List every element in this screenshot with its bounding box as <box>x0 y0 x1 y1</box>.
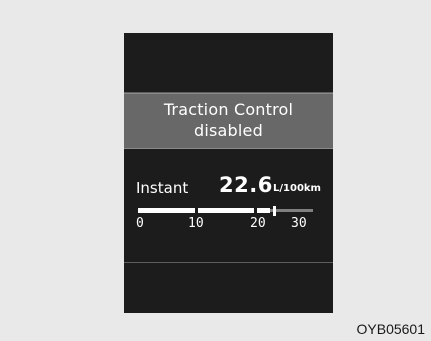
figure-code: OYB05601 <box>356 321 426 337</box>
message-line-2: disabled <box>194 121 263 140</box>
gauge-fill <box>138 208 270 213</box>
bottom-divider <box>124 262 333 263</box>
gauge-tick-10: 10 <box>188 216 204 231</box>
gauge-segment-gap <box>254 208 257 213</box>
fuel-economy-unit: L/100km <box>273 183 321 194</box>
instrument-cluster-display: Traction Control disabled Instant 22.6 L… <box>124 33 333 313</box>
fuel-economy-label: Instant <box>136 179 189 197</box>
gauge-segment-gap <box>195 208 198 213</box>
gauge-tick-0: 0 <box>136 216 144 231</box>
gauge-current-marker <box>273 206 276 216</box>
message-line-1: Traction Control <box>163 100 294 119</box>
fuel-economy-value: 22.6 <box>219 173 273 197</box>
traction-control-message-banner: Traction Control disabled <box>124 93 333 149</box>
gauge-tick-20: 20 <box>250 216 266 231</box>
fuel-economy-gauge <box>138 206 313 216</box>
gauge-tick-30: 30 <box>291 216 307 231</box>
